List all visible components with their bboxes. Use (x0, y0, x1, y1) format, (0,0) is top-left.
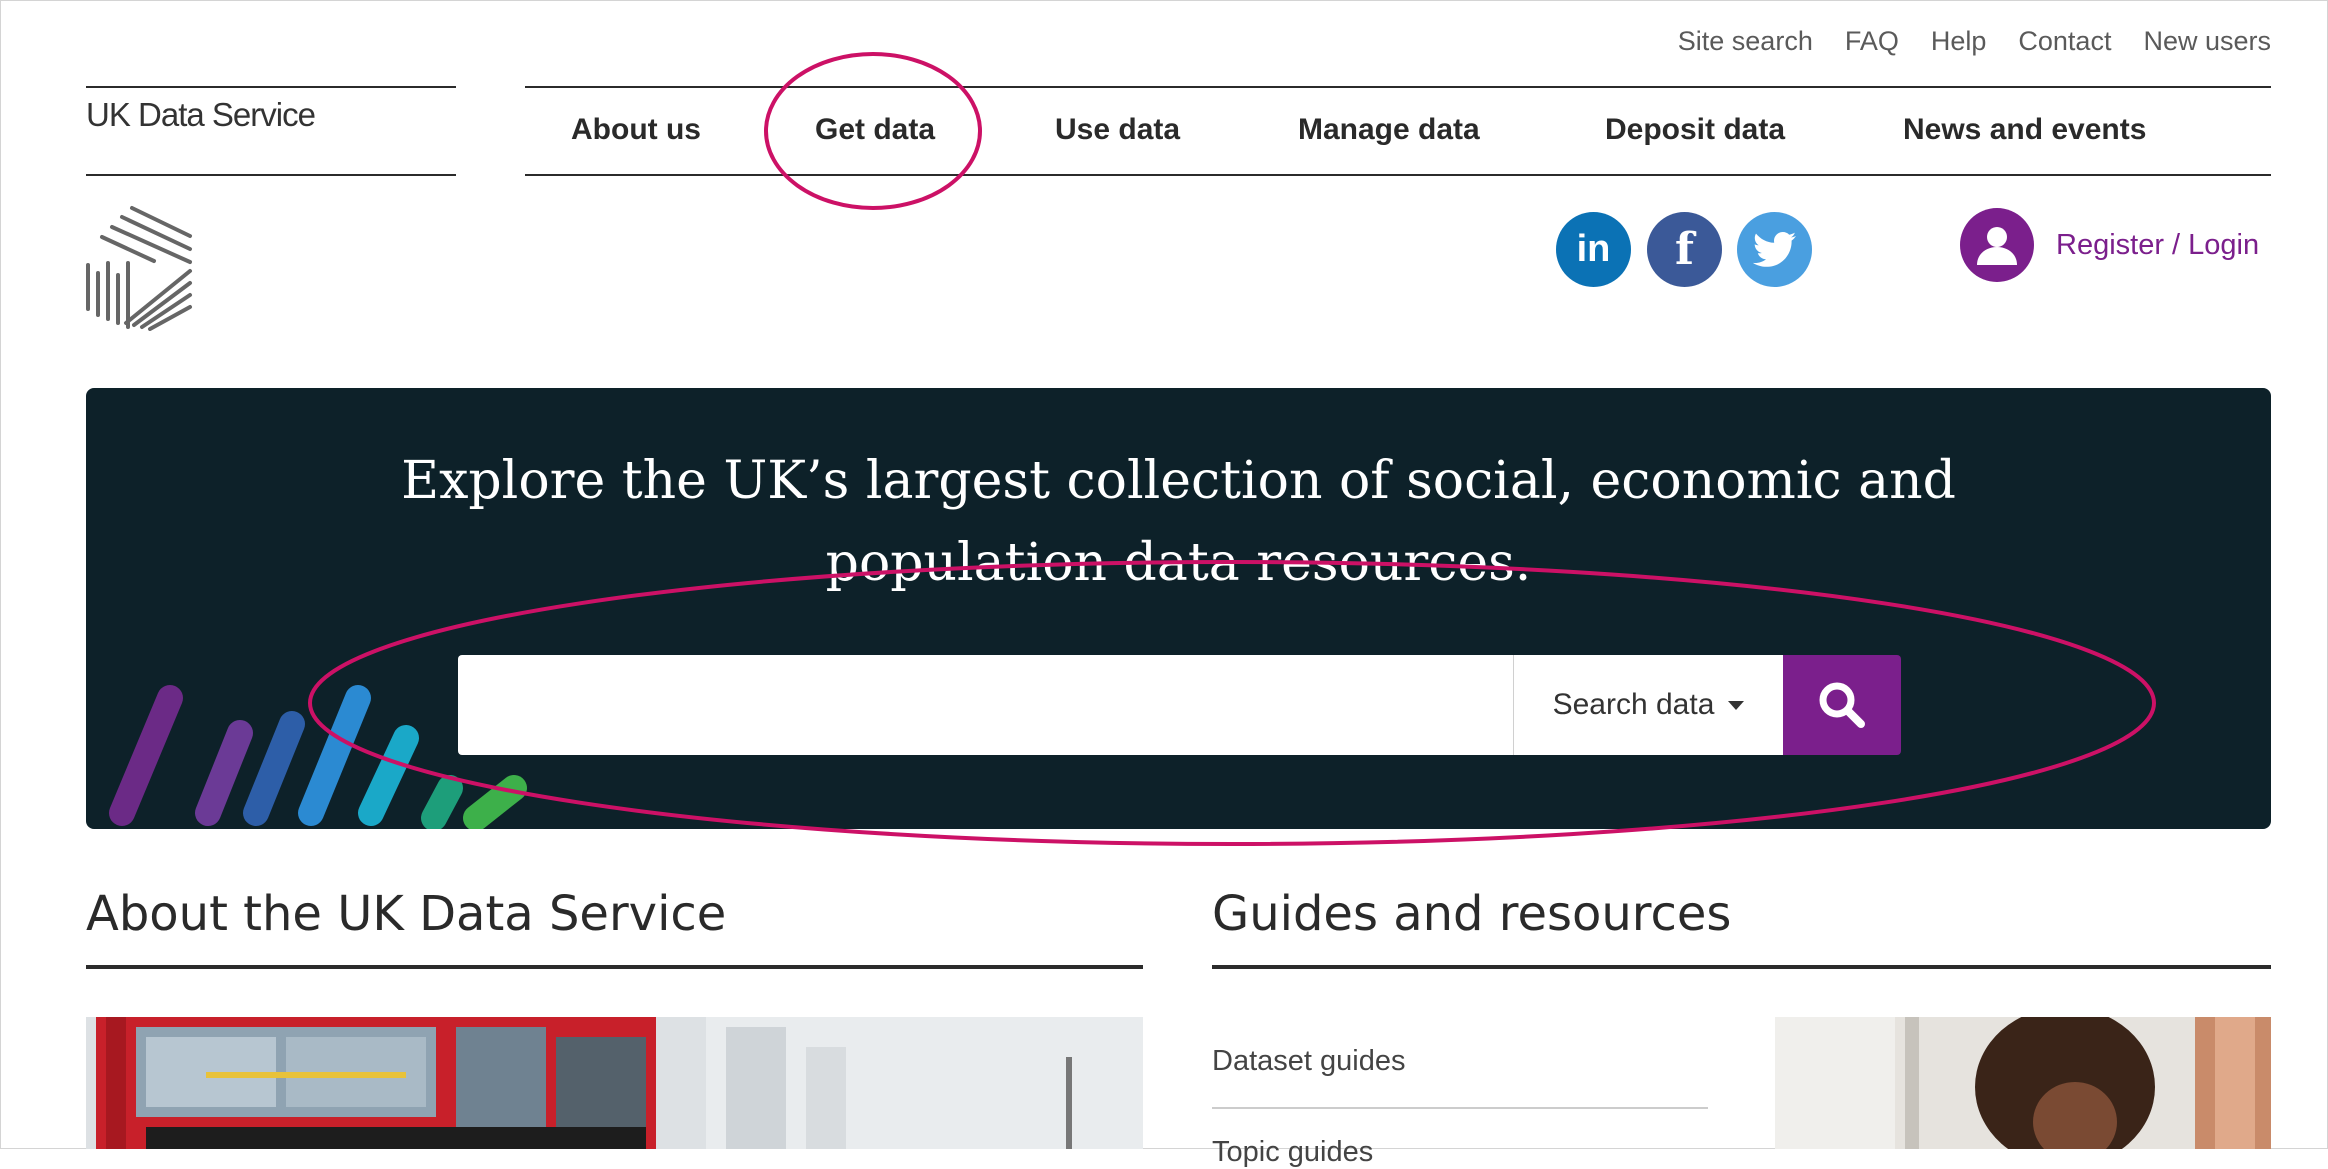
nav-about-us[interactable]: About us (571, 113, 701, 147)
new-users-link[interactable]: New users (2143, 26, 2271, 57)
twitter-icon[interactable] (1737, 212, 1812, 287)
topic-guides-link[interactable]: Topic guides (1212, 1136, 1373, 1169)
nav-get-data[interactable]: Get data (815, 113, 935, 147)
contact-link[interactable]: Contact (2018, 26, 2111, 57)
dataset-guides-link[interactable]: Dataset guides (1212, 1045, 1405, 1078)
data-search-input[interactable] (458, 655, 1513, 755)
help-link[interactable]: Help (1931, 26, 1987, 57)
about-photo-bus (86, 1017, 1143, 1149)
about-section-title: About the UK Data Service (86, 886, 727, 942)
main-nav: About us Get data Use data Manage data D… (525, 86, 2271, 174)
nav-bottom-rule (525, 174, 2271, 176)
search-scope-dropdown[interactable]: Search data (1513, 655, 1783, 755)
search-button[interactable] (1783, 655, 1901, 755)
logo-mark-icon[interactable] (82, 203, 197, 331)
magnifier-icon (1819, 682, 1865, 728)
register-login-label: Register / Login (2056, 228, 2260, 261)
about-section-rule (86, 965, 1143, 969)
register-login-link[interactable]: Register / Login (1960, 208, 2259, 282)
guide-list-divider (1212, 1107, 1708, 1109)
linkedin-icon[interactable]: in (1556, 212, 1631, 287)
hero-banner: Explore the UK’s largest collection of s… (86, 388, 2271, 829)
twitter-bird-icon (1752, 231, 1796, 267)
utility-nav: Site search FAQ Help Contact New users (1678, 26, 2271, 57)
site-search-link[interactable]: Site search (1678, 26, 1813, 57)
site-logo-text[interactable]: UK Data Service (86, 96, 316, 134)
nav-deposit-data[interactable]: Deposit data (1605, 113, 1785, 147)
nav-use-data[interactable]: Use data (1055, 113, 1180, 147)
faq-link[interactable]: FAQ (1845, 26, 1899, 57)
nav-news-and-events[interactable]: News and events (1903, 113, 2146, 147)
caret-down-icon (1728, 700, 1745, 710)
logo-top-rule (86, 86, 456, 88)
logo-bottom-rule (86, 174, 456, 176)
user-avatar-icon (1960, 208, 2034, 282)
guides-photo-person (1775, 1017, 2271, 1149)
guides-section-title: Guides and resources (1212, 886, 1732, 942)
hero-title: Explore the UK’s largest collection of s… (401, 451, 1956, 593)
facebook-icon[interactable]: f (1647, 212, 1722, 287)
guides-section-rule (1212, 965, 2271, 969)
nav-manage-data[interactable]: Manage data (1298, 113, 1480, 147)
